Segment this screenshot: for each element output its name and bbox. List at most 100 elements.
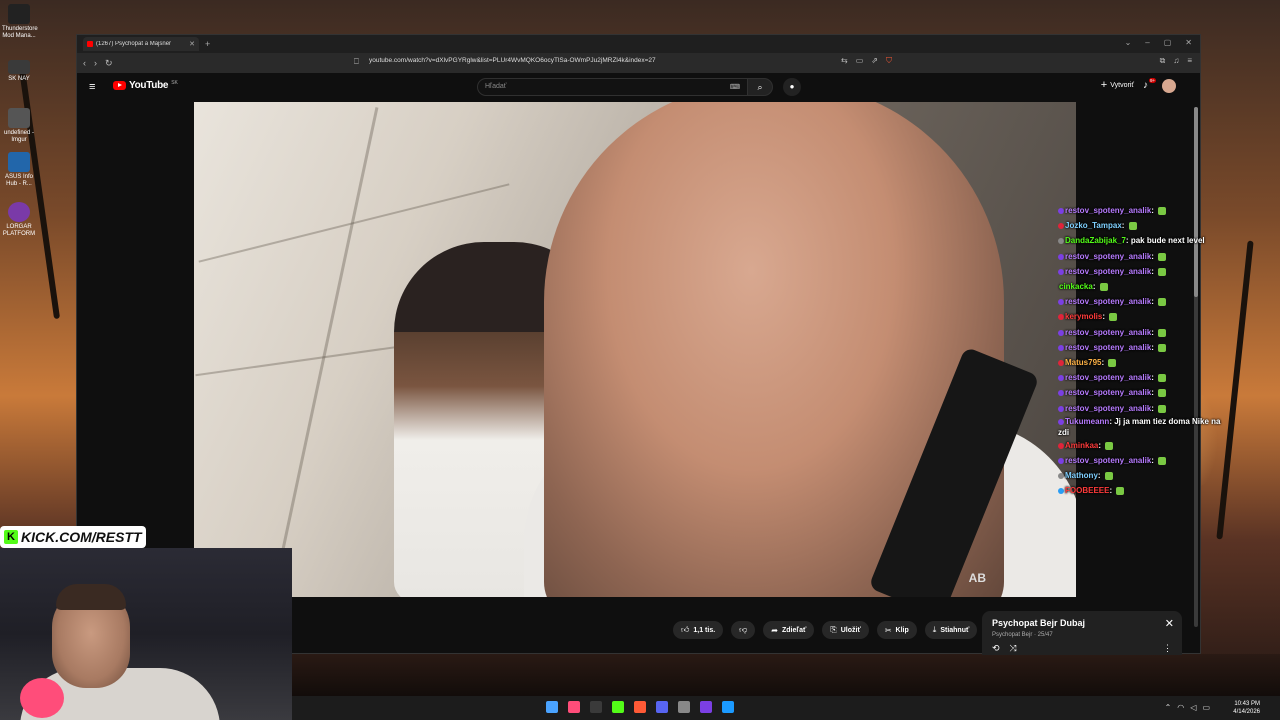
browser-tab[interactable]: (1267) Psychopat a Majsner ✕ (83, 37, 199, 51)
chat-separator: : (1097, 471, 1103, 481)
menu-hamburger-icon[interactable]: ≡ (89, 81, 95, 93)
extensions-icon[interactable]: ⧉ (1160, 56, 1166, 66)
forward-icon[interactable]: › (94, 58, 97, 68)
taskbar-app-icon[interactable] (678, 701, 690, 713)
chat-username[interactable]: restov_spoteny_analik (1065, 388, 1151, 397)
youtube-play-icon (113, 81, 126, 90)
taskbar-app-icon[interactable] (568, 701, 580, 713)
chat-username[interactable]: restov_spoteny_analik (1065, 206, 1151, 215)
minimize-icon[interactable]: – (1145, 38, 1149, 47)
chat-message: Jozko_Tampax: (1058, 218, 1233, 233)
chat-username[interactable]: restov_spoteny_analik (1065, 328, 1151, 337)
chat-username[interactable]: Matus795 (1065, 358, 1101, 367)
playlist-title[interactable]: Psychopat Bejr Dubaj (992, 618, 1085, 628)
taskbar-app-icon[interactable] (656, 701, 668, 713)
chat-badge-icon (1058, 375, 1064, 382)
dislike-button[interactable]: 👎︎ (731, 621, 756, 639)
like-button[interactable]: 👍︎ 1,1 tis. (673, 621, 724, 639)
taskbar-app-icon[interactable] (590, 701, 602, 713)
chat-username[interactable]: restov_spoteny_analik (1065, 404, 1151, 413)
battery-icon[interactable]: ▭ (1202, 703, 1210, 712)
emote-icon (1128, 222, 1137, 231)
chat-username[interactable]: restov_spoteny_analik (1065, 297, 1151, 306)
desktop-icon-asus[interactable]: ASUS Info Hub - R... (2, 152, 36, 188)
desktop-icon-thunderstore[interactable]: Thunderstore Mod Mana... (2, 4, 38, 40)
system-tray: ⌃ ◠ ◁ ▭ (1165, 703, 1210, 712)
chat-username[interactable]: Tukumeann (1065, 417, 1109, 426)
notifications-button[interactable]: ♪ 9+ (1143, 78, 1157, 91)
voice-search-button[interactable]: ● (783, 78, 801, 96)
keyboard-icon[interactable]: ⌨ (730, 83, 740, 91)
loop-icon[interactable]: ⟲ (992, 643, 1000, 654)
clock[interactable]: 10:43 PM 4/14/2026 (1233, 700, 1260, 716)
translate-icon[interactable]: ⇆ (841, 56, 848, 66)
create-button[interactable]: + Vytvoriť (1100, 79, 1134, 91)
youtube-favicon-icon (87, 41, 93, 47)
maximize-icon[interactable]: ▢ (1164, 38, 1172, 47)
chat-username[interactable]: kerymolis (1065, 312, 1102, 321)
emote-icon (1099, 282, 1108, 291)
chat-username[interactable]: restov_spoteny_analik (1065, 456, 1151, 465)
chat-username[interactable]: restov_spoteny_analik (1065, 343, 1151, 352)
shuffle-icon[interactable]: ⤨ (1010, 643, 1017, 654)
screenshot-icon[interactable]: ▭ (856, 56, 864, 66)
chat-separator: : (1151, 456, 1157, 466)
share-button[interactable]: ➦ Zdieľať (763, 621, 815, 639)
volume-icon[interactable]: ◁ (1190, 703, 1196, 712)
playlist-controls: ⟲ ⤨ (992, 643, 1017, 654)
brave-shield-icon[interactable]: ⛉ (886, 56, 892, 66)
chat-username[interactable]: Aminkaa (1065, 441, 1098, 450)
youtube-logo[interactable]: YouTube SK (113, 80, 178, 91)
chat-username[interactable]: FOOBEEEE (1065, 486, 1109, 495)
taskbar-app-icon[interactable] (722, 701, 734, 713)
taskbar-app-icon[interactable] (700, 701, 712, 713)
taskbar-app-icon[interactable] (612, 701, 624, 713)
taskbar-app-icon[interactable] (634, 701, 646, 713)
share-icon[interactable]: ⇗ (871, 56, 878, 66)
desktop-icon-sknay[interactable]: SK NAY (2, 60, 36, 83)
tab-list-icon[interactable]: ⌄ (1125, 38, 1132, 47)
wifi-icon[interactable]: ◠ (1177, 703, 1184, 712)
media-icon[interactable]: ♫ (1173, 56, 1179, 66)
chat-username[interactable]: restov_spoteny_analik (1065, 267, 1151, 276)
thunderstore-icon (8, 4, 30, 24)
chat-badge-icon (1058, 473, 1064, 480)
search-input[interactable]: Hľadať ⌨ (477, 78, 749, 96)
bookmark-icon[interactable]: ⎕ (354, 57, 359, 67)
playlist-menu-icon[interactable]: ⋮ (1163, 643, 1172, 654)
chat-username[interactable]: DandaZabijak_7 (1065, 236, 1126, 245)
taskbar-app-icon[interactable] (546, 701, 558, 713)
tray-chevron-icon[interactable]: ⌃ (1165, 703, 1172, 712)
download-button[interactable]: ⤓ Stiahnuť (924, 621, 978, 639)
image-icon (8, 108, 30, 128)
plus-icon: + (1100, 79, 1108, 91)
close-window-icon[interactable]: ✕ (1185, 38, 1192, 47)
emote-icon (1105, 441, 1114, 450)
save-button[interactable]: ⎘ Uložiť (822, 621, 869, 639)
chat-message: FOOBEEEE: (1058, 483, 1233, 498)
emote-icon (1158, 328, 1167, 337)
new-tab-icon[interactable]: + (205, 39, 210, 49)
chat-username[interactable]: Jozko_Tampax (1065, 221, 1122, 230)
chat-username[interactable]: restov_spoteny_analik (1065, 373, 1151, 382)
url-field[interactable]: youtube.com/watch?v=dXlvPGYRglw&list=PLU… (369, 57, 656, 64)
desktop-icon-lorgar[interactable]: LORGAR PLATFORM (2, 202, 36, 238)
chat-badge-icon (1058, 329, 1064, 336)
chat-text: pak bude next level (1130, 236, 1205, 246)
toolbar-right: ⧉ ♫ ≡ (1160, 56, 1192, 66)
menu-icon[interactable]: ≡ (1187, 56, 1192, 66)
address-bar: ‹ › ↻ ⎕ youtube.com/watch?v=dXlvPGYRglw&… (77, 53, 1200, 73)
back-icon[interactable]: ‹ (83, 58, 86, 68)
video-player[interactable]: AB (194, 102, 1076, 597)
search-button[interactable]: ⌕ (747, 78, 773, 96)
chat-username[interactable]: Mathony (1065, 471, 1098, 480)
avatar[interactable] (1162, 79, 1176, 93)
chat-username[interactable]: cinkacka (1059, 282, 1093, 291)
clip-button[interactable]: ✂ Klip (876, 621, 917, 639)
close-playlist-icon[interactable]: ✕ (1165, 617, 1174, 630)
close-tab-icon[interactable]: ✕ (189, 40, 195, 48)
reload-icon[interactable]: ↻ (105, 58, 113, 69)
desktop-icon-imgur[interactable]: undefined - Imgur (2, 108, 36, 144)
chat-separator: : (1092, 282, 1098, 292)
chat-username[interactable]: restov_spoteny_analik (1065, 252, 1151, 261)
